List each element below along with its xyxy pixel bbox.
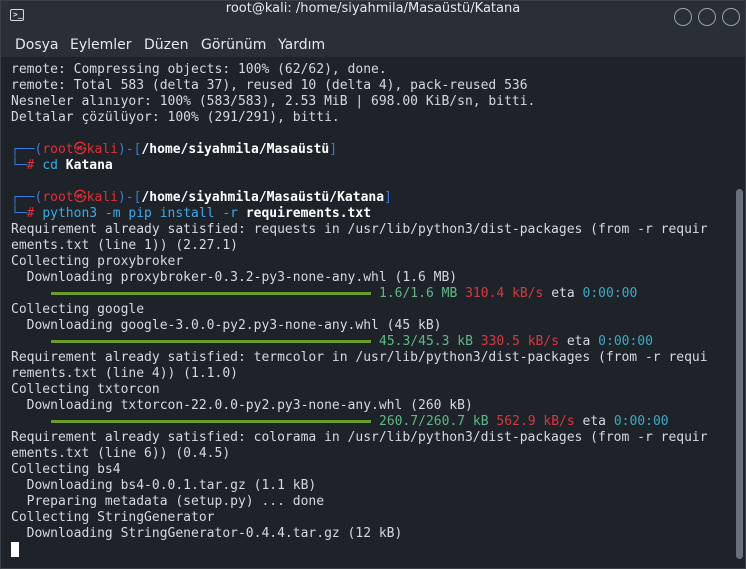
- scrollbar[interactable]: [736, 189, 743, 559]
- output-line: ements.txt (line 1)) (2.27.1): [11, 238, 238, 253]
- command-arg: requirements.txt: [245, 206, 372, 221]
- output-line: Collecting proxybroker: [11, 254, 184, 269]
- command-line: └─# python3 -m pip install -r requiremen…: [11, 206, 372, 221]
- minimize-button[interactable]: [674, 8, 692, 26]
- prompt-path: /home/siyahmila/Masaüstü: [141, 142, 330, 157]
- output-line: remote: Compressing objects: 100% (62/62…: [11, 62, 387, 77]
- output-line: Downloading proxybroker-0.3.2-py3-none-a…: [11, 270, 458, 285]
- window-title: root@kali: /home/siyahmila/Masaüstü/Kata…: [225, 1, 521, 16]
- output-line: rements.txt (line 4)) (1.1.0): [11, 366, 238, 381]
- close-button[interactable]: [722, 8, 740, 26]
- prompt-user: root㉿kali: [42, 142, 118, 157]
- command: python3 -m pip install -r: [42, 206, 238, 221]
- output-line: Downloading google-3.0.0-py2.py3-none-an…: [11, 318, 442, 333]
- command-line: └─# cd Katana: [11, 158, 113, 173]
- output-line: Requirement already satisfied: requests …: [11, 222, 708, 237]
- output-line: Deltalar çözülüyor: 100% (291/291), bitt…: [11, 110, 340, 125]
- title-bar: >_ root@kali: /home/siyahmila/Masaüstü/K…: [1, 1, 745, 33]
- prompt-path: /home/siyahmila/Masaüstü/Katana: [141, 190, 385, 205]
- progress-bar: [51, 420, 371, 423]
- progress-stats: 45.3/45.3 kB 330.5 kB/s eta 0:00:00: [379, 334, 653, 349]
- output-line: Collecting google: [11, 302, 145, 317]
- prompt-header: ┌──(root㉿kali)-[/home/siyahmila/Masaüstü…: [11, 142, 338, 157]
- progress-bar: [51, 292, 371, 295]
- command-arg: Katana: [65, 158, 113, 173]
- output-line: Downloading txtorcon-22.0.0-py2.py3-none…: [11, 398, 473, 413]
- command: cd: [42, 158, 58, 173]
- menu-bar: Dosya Eylemler Düzen Görünüm Yardım: [1, 33, 745, 57]
- output-line: ements.txt (line 6)) (0.4.5): [11, 446, 231, 461]
- menu-gorunum[interactable]: Görünüm: [201, 35, 266, 55]
- progress-bar: [51, 340, 371, 343]
- output-line: Downloading StringGenerator-0.4.4.tar.gz…: [11, 526, 403, 541]
- output-line: Requirement already satisfied: colorama …: [11, 430, 708, 445]
- progress-stats: 1.6/1.6 MB 310.4 kB/s eta 0:00:00: [379, 286, 638, 301]
- output-line: Collecting StringGenerator: [11, 510, 215, 525]
- output-line: Collecting txtorcon: [11, 382, 160, 397]
- maximize-button[interactable]: [698, 8, 716, 26]
- menu-yardim[interactable]: Yardım: [278, 35, 325, 55]
- menu-dosya[interactable]: Dosya: [15, 35, 59, 55]
- menu-eylemler[interactable]: Eylemler: [70, 35, 132, 55]
- menu-duzen[interactable]: Düzen: [144, 35, 189, 55]
- output-line: Nesneler alınıyor: 100% (583/583), 2.53 …: [11, 94, 536, 109]
- prompt-user: root㉿kali: [42, 190, 118, 205]
- output-line: Preparing metadata (setup.py) ... done: [11, 494, 325, 509]
- terminal-window: >_ root@kali: /home/siyahmila/Masaüstü/K…: [0, 0, 746, 569]
- prompt-header: ┌──(root㉿kali)-[/home/siyahmila/Masaüstü…: [11, 190, 392, 205]
- output-line: Requirement already satisfied: termcolor…: [11, 350, 708, 365]
- output-line: Downloading bs4-0.0.1.tar.gz (1.1 kB): [11, 478, 317, 493]
- text-cursor: [11, 542, 19, 557]
- progress-stats: 260.7/260.7 kB 562.9 kB/s eta 0:00:00: [379, 414, 669, 429]
- output-line: remote: Total 583 (delta 37), reused 10 …: [11, 78, 528, 93]
- output-line: Collecting bs4: [11, 462, 121, 477]
